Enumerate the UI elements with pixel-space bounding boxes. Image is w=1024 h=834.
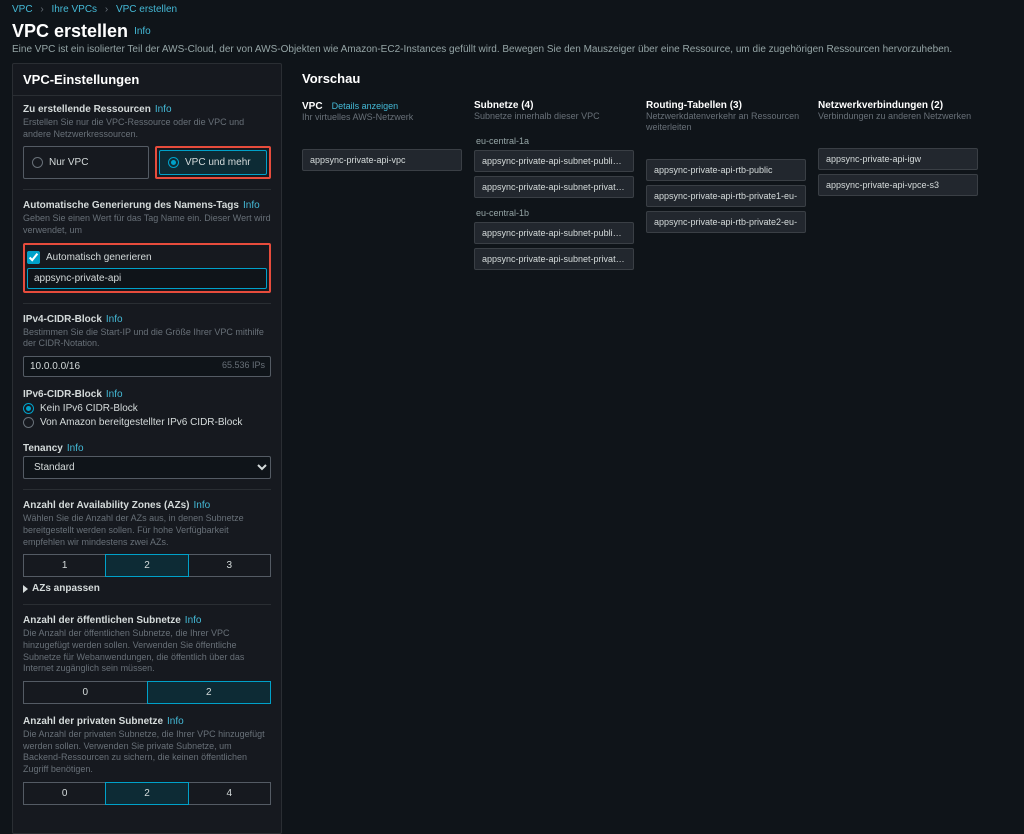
az-help: Wählen Sie die Anzahl der AZs aus, in de… — [23, 513, 271, 548]
settings-panel: VPC-Einstellungen Zu erstellende Ressour… — [12, 63, 282, 834]
resources-help: Erstellen Sie nur die VPC-Ressource oder… — [23, 117, 271, 140]
chevron-right-icon: › — [105, 4, 108, 15]
col-routes-sub: Netzwerkdatenverkehr an Ressourcen weite… — [646, 111, 806, 133]
radio-icon — [32, 157, 43, 168]
col-conns-title: Netzwerkverbindungen (2) — [818, 100, 978, 111]
page-title: VPC erstellen Info — [0, 19, 1024, 42]
pubsub-help: Die Anzahl der öffentlichen Subnetze, di… — [23, 628, 271, 675]
ipv6-label: IPv6-CIDR-Block — [23, 389, 102, 400]
node-subnet[interactable]: appsync-private-api-subnet-public1-eu- — [474, 150, 634, 172]
radio-icon — [23, 403, 34, 414]
az-option-2[interactable]: 2 — [105, 554, 188, 577]
name-input[interactable] — [27, 268, 267, 289]
ipv6-none-radio[interactable]: Kein IPv6 CIDR-Block — [23, 403, 271, 414]
col-subnets-title: Subnetze (4) — [474, 100, 634, 111]
highlight-box: Automatisch generieren — [23, 243, 271, 293]
col-subnets: Subnetze (4) Subnetze innerhalb dieser V… — [474, 100, 634, 270]
az-label-1a: eu-central-1a — [474, 136, 634, 146]
info-link[interactable]: Info — [134, 26, 151, 37]
caret-right-icon — [23, 585, 28, 593]
ipv6-amazon-radio[interactable]: Von Amazon bereitgestellter IPv6 CIDR-Bl… — [23, 417, 271, 428]
breadcrumb: VPC › Ihre VPCs › VPC erstellen — [0, 0, 1024, 19]
col-vpc-title: VPC — [302, 101, 323, 112]
tile-vpc-and-more[interactable]: VPC und mehr — [159, 150, 267, 175]
privsub-option-0[interactable]: 0 — [23, 782, 106, 805]
az-segment-group: 1 2 3 — [23, 554, 271, 577]
node-subnet[interactable]: appsync-private-api-subnet-private2-eu- — [474, 248, 634, 270]
col-conns: Netzwerkverbindungen (2) Verbindungen zu… — [818, 100, 978, 196]
pubsub-option-2[interactable]: 2 — [147, 681, 272, 704]
az-customize-toggle[interactable]: AZs anpassen — [23, 583, 271, 594]
radio-icon — [168, 157, 179, 168]
node-subnet[interactable]: appsync-private-api-subnet-public2-eu- — [474, 222, 634, 244]
az-option-1[interactable]: 1 — [23, 554, 106, 577]
info-link[interactable]: Info — [67, 443, 84, 454]
details-link[interactable]: Details anzeigen — [332, 101, 399, 111]
col-routes-title: Routing-Tabellen (3) — [646, 100, 806, 111]
info-link[interactable]: Info — [194, 500, 211, 511]
info-link[interactable]: Info — [167, 716, 184, 727]
chevron-right-icon: › — [40, 4, 43, 15]
col-routes: Routing-Tabellen (3) Netzwerkdatenverkeh… — [646, 100, 806, 233]
breadcrumb-your-vpcs[interactable]: Ihre VPCs — [51, 4, 97, 15]
info-link[interactable]: Info — [106, 314, 123, 325]
page-description: Eine VPC ist ein isolierter Teil der AWS… — [0, 42, 1024, 63]
node-conn[interactable]: appsync-private-api-vpce-s3 — [818, 174, 978, 196]
privsub-option-4[interactable]: 4 — [188, 782, 271, 805]
resources-label: Zu erstellende Ressourcen — [23, 104, 151, 115]
auto-generate-checkbox[interactable]: Automatisch generieren — [27, 251, 267, 264]
panel-title: VPC-Einstellungen — [13, 64, 281, 96]
node-route[interactable]: appsync-private-api-rtb-private1-eu- — [646, 185, 806, 207]
node-conn[interactable]: appsync-private-api-igw — [818, 148, 978, 170]
col-vpc-sub: Ihr virtuelles AWS-Netzwerk — [302, 112, 462, 123]
az-label-1b: eu-central-1b — [474, 208, 634, 218]
nametag-help: Geben Sie einen Wert für das Tag Name ei… — [23, 213, 271, 236]
node-route[interactable]: appsync-private-api-rtb-public — [646, 159, 806, 181]
info-link[interactable]: Info — [185, 615, 202, 626]
pubsub-option-0[interactable]: 0 — [23, 681, 148, 704]
info-link[interactable]: Info — [243, 200, 260, 211]
nametag-label: Automatische Generierung des Namens-Tags — [23, 200, 239, 211]
node-vpc[interactable]: appsync-private-api-vpc — [302, 149, 462, 171]
breadcrumb-vpc[interactable]: VPC — [12, 4, 33, 15]
az-label: Anzahl der Availability Zones (AZs) — [23, 500, 190, 511]
radio-icon — [23, 417, 34, 428]
ipv4-label: IPv4-CIDR-Block — [23, 314, 102, 325]
tenancy-select[interactable]: Standard — [23, 456, 271, 479]
tile-vpc-only[interactable]: Nur VPC — [23, 146, 149, 179]
preview-title: Vorschau — [302, 63, 1012, 100]
col-vpc: VPC Details anzeigen Ihr virtuelles AWS-… — [302, 100, 462, 171]
breadcrumb-current: VPC erstellen — [116, 4, 177, 15]
col-subnets-sub: Subnetze innerhalb dieser VPC — [474, 111, 634, 122]
privsub-segment-group: 0 2 4 — [23, 782, 271, 805]
node-subnet[interactable]: appsync-private-api-subnet-private1-eu- — [474, 176, 634, 198]
pubsub-segment-group: 0 2 — [23, 681, 271, 704]
az-option-3[interactable]: 3 — [188, 554, 271, 577]
pubsub-label: Anzahl der öffentlichen Subnetze — [23, 615, 181, 626]
privsub-help: Die Anzahl der privaten Subnetze, die Ih… — [23, 729, 271, 776]
privsub-label: Anzahl der privaten Subnetze — [23, 716, 163, 727]
tenancy-label: Tenancy — [23, 443, 63, 454]
ipv4-help: Bestimmen Sie die Start-IP und die Größe… — [23, 327, 271, 350]
privsub-option-2[interactable]: 2 — [105, 782, 188, 805]
highlight-box: VPC und mehr — [155, 146, 271, 179]
ipv4-count: 65.536 IPs — [222, 360, 265, 370]
col-conns-sub: Verbindungen zu anderen Netzwerken — [818, 111, 978, 122]
info-link[interactable]: Info — [155, 104, 172, 115]
node-route[interactable]: appsync-private-api-rtb-private2-eu- — [646, 211, 806, 233]
preview-pane: Vorschau VPC Details anzeigen Ihr virtue… — [302, 63, 1012, 834]
info-link[interactable]: Info — [106, 389, 123, 400]
